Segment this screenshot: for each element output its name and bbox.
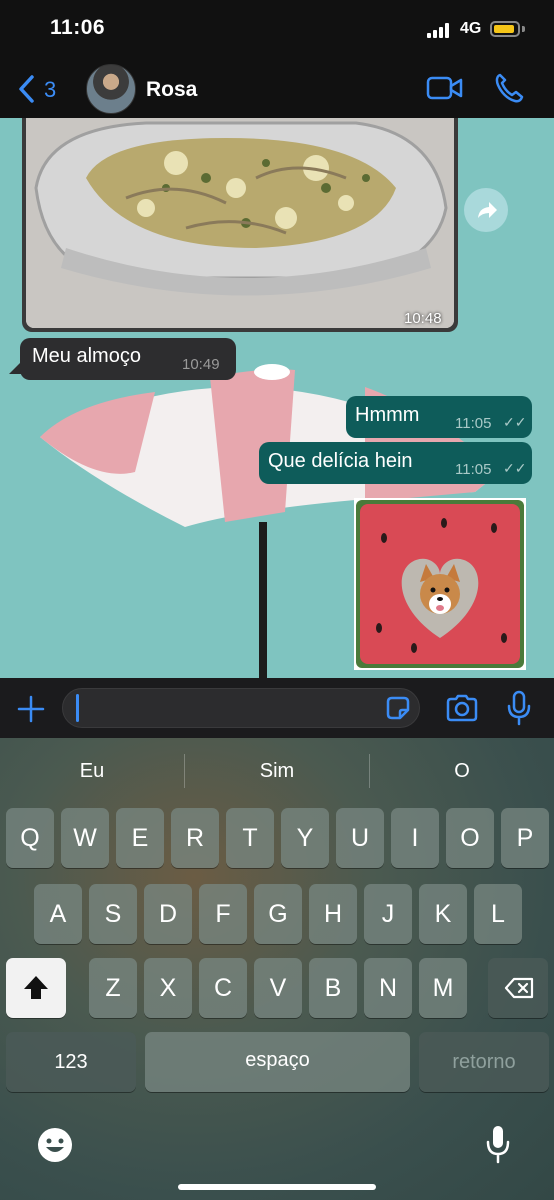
sticker-icon[interactable] (384, 694, 412, 722)
battery-icon (490, 21, 520, 37)
forward-button[interactable] (464, 188, 508, 232)
key-m[interactable]: M (419, 958, 467, 1018)
key-t[interactable]: T (226, 808, 274, 868)
key-j[interactable]: J (364, 884, 412, 944)
key-l[interactable]: L (474, 884, 522, 944)
read-receipt-icon: ✓✓ (503, 460, 527, 476)
key-y[interactable]: Y (281, 808, 329, 868)
return-key[interactable]: retorno (419, 1032, 549, 1092)
text-cursor (76, 694, 79, 722)
battery-cap (522, 26, 525, 32)
shift-arrow-icon (24, 976, 48, 999)
avatar[interactable] (86, 64, 136, 114)
key-k[interactable]: K (419, 884, 467, 944)
key-h[interactable]: H (309, 884, 357, 944)
key-g[interactable]: G (254, 884, 302, 944)
contact-name[interactable]: Rosa (146, 78, 197, 102)
incoming-message-time: 10:49 (182, 356, 220, 373)
shift-key[interactable] (6, 958, 66, 1018)
network-label: 4G (460, 20, 482, 37)
key-s[interactable]: S (89, 884, 137, 944)
suggestion-divider (369, 754, 370, 788)
key-x[interactable]: X (144, 958, 192, 1018)
phone-call-icon[interactable] (494, 72, 524, 104)
suggestion-item[interactable]: Eu (30, 760, 154, 783)
outgoing-message-time: 11:05 (455, 415, 492, 432)
sticker-message[interactable] (354, 498, 526, 670)
read-receipt-icon: ✓✓ (503, 414, 527, 430)
numbers-key[interactable]: 123 (6, 1032, 136, 1092)
key-a[interactable]: A (34, 884, 82, 944)
key-r[interactable]: R (171, 808, 219, 868)
key-e[interactable]: E (116, 808, 164, 868)
photo-timestamp: 10:48 (404, 310, 442, 327)
status-time: 11:06 (50, 16, 106, 39)
plus-icon[interactable] (16, 694, 46, 724)
key-u[interactable]: U (336, 808, 384, 868)
outgoing-message-text: Hmmm (355, 404, 420, 426)
key-w[interactable]: W (61, 808, 109, 868)
suggestion-item[interactable]: Sim (215, 760, 339, 783)
suggestion-item[interactable]: O (400, 760, 524, 783)
key-o[interactable]: O (446, 808, 494, 868)
message-input[interactable] (62, 688, 420, 728)
emoji-icon[interactable] (36, 1126, 74, 1164)
key-z[interactable]: Z (89, 958, 137, 1018)
key-f[interactable]: F (199, 884, 247, 944)
outgoing-message-time: 11:05 (455, 461, 492, 478)
forward-arrow-icon (478, 202, 497, 218)
camera-icon[interactable] (445, 693, 479, 723)
key-c[interactable]: C (199, 958, 247, 1018)
incoming-message-text: Meu almoço (32, 345, 141, 367)
key-p[interactable]: P (501, 808, 549, 868)
video-call-icon[interactable] (426, 74, 464, 102)
home-indicator (178, 1184, 376, 1190)
dictation-mic-icon[interactable] (485, 1124, 511, 1164)
delete-key[interactable] (488, 958, 548, 1018)
key-v[interactable]: V (254, 958, 302, 1018)
key-d[interactable]: D (144, 884, 192, 944)
backspace-icon (504, 977, 534, 999)
signal-icon (427, 22, 453, 38)
chat-header (0, 60, 554, 118)
key-b[interactable]: B (309, 958, 357, 1018)
key-n[interactable]: N (364, 958, 412, 1018)
space-key[interactable]: espaço (145, 1032, 410, 1092)
food-photo[interactable] (26, 118, 454, 328)
suggestion-divider (184, 754, 185, 788)
key-i[interactable]: I (391, 808, 439, 868)
key-q[interactable]: Q (6, 808, 54, 868)
outgoing-message-text: Que delícia hein (268, 450, 413, 472)
back-chevron-icon[interactable] (16, 74, 38, 104)
microphone-icon[interactable] (506, 690, 532, 726)
back-unread-count[interactable]: 3 (44, 77, 56, 103)
